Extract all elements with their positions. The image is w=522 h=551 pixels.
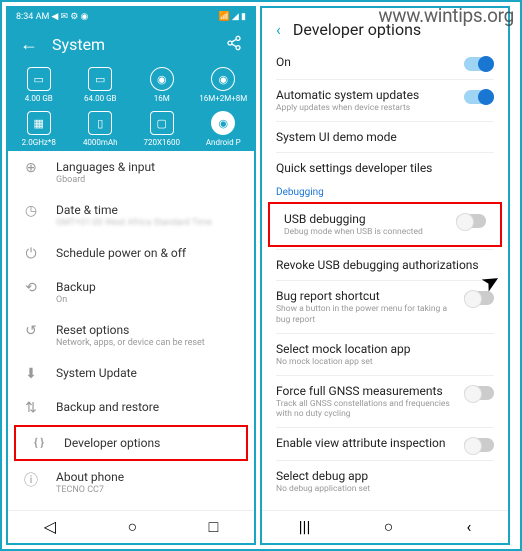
row-view-inspection[interactable]: Enable view attribute inspection bbox=[262, 428, 508, 460]
toggle-auto-updates[interactable] bbox=[464, 90, 494, 104]
row-mock-location[interactable]: Select mock location appNo mock location… bbox=[262, 334, 508, 375]
share-icon[interactable] bbox=[226, 35, 242, 55]
item-system-update[interactable]: ⬇ System Update bbox=[8, 357, 254, 391]
highlight-developer-options: { } Developer options bbox=[14, 425, 248, 461]
spec-rom: ▭64.00 GB bbox=[70, 67, 132, 103]
toggle-gnss[interactable] bbox=[464, 386, 494, 400]
row-revoke-usb[interactable]: Revoke USB debugging authorizations bbox=[262, 250, 508, 280]
row-auto-updates[interactable]: Automatic system updatesApply updates wh… bbox=[262, 80, 508, 121]
reset-icon: ↺ bbox=[22, 323, 40, 339]
item-languages[interactable]: ⊕ Languages & inputGboard bbox=[8, 151, 254, 194]
backup-icon: ⟲ bbox=[22, 280, 40, 296]
row-debug-app[interactable]: Select debug appNo debug application set bbox=[262, 461, 508, 502]
toggle-usb-debugging[interactable] bbox=[456, 214, 486, 228]
back-arrow-icon[interactable]: ← bbox=[20, 34, 38, 55]
status-icons-left: ◀ ✉ ⚙ ◉ bbox=[51, 12, 88, 22]
watermark-text: www.wintips.org bbox=[378, 4, 514, 27]
row-gnss[interactable]: Force full GNSS measurementsTrack all GN… bbox=[262, 376, 508, 427]
toggle-on[interactable] bbox=[464, 57, 494, 71]
row-bug-report[interactable]: Bug report shortcutShow a button in the … bbox=[262, 281, 508, 332]
row-on[interactable]: On bbox=[262, 47, 508, 79]
nav-home-icon[interactable]: ○ bbox=[127, 517, 137, 537]
item-datetime[interactable]: ◷ Date & timeGMT+01:00 West Africa Stand… bbox=[8, 194, 254, 237]
specs-row-2: ▦2.0GHz*8 ▯4000mAh ▢720X1600 ◉Android P bbox=[8, 107, 254, 151]
toggle-view-inspection[interactable] bbox=[464, 438, 494, 452]
status-time: 8:34 AM bbox=[16, 12, 49, 22]
page-header-system: ← System bbox=[8, 26, 254, 63]
power-icon: ⏻ bbox=[22, 246, 40, 262]
info-icon: ⓘ bbox=[22, 470, 40, 490]
spec-cam-rear: ◉16M+2M+8M bbox=[193, 67, 255, 103]
spec-display: ▢720X1600 bbox=[131, 111, 193, 147]
spec-android: ◉Android P bbox=[193, 111, 255, 147]
row-usb-debugging[interactable]: USB debuggingDebug mode when USB is conn… bbox=[270, 204, 500, 245]
page-title: System bbox=[52, 35, 212, 54]
nav-recent-icon[interactable]: ||| bbox=[299, 517, 311, 537]
status-bar: 8:34 AM ◀ ✉ ⚙ ◉ 📶 ◢ ▮ bbox=[8, 8, 254, 26]
update-icon: ⬇ bbox=[22, 366, 40, 382]
item-developer-options[interactable]: { } Developer options bbox=[16, 427, 246, 459]
item-schedule-power[interactable]: ⏻ Schedule power on & off bbox=[8, 237, 254, 271]
back-arrow-icon[interactable]: ‹ bbox=[276, 20, 281, 39]
status-icons-right: 📶 ◢ ▮ bbox=[218, 12, 246, 22]
spec-cam-front: ◉16M bbox=[131, 67, 193, 103]
settings-list: ⊕ Languages & inputGboard ◷ Date & timeG… bbox=[8, 151, 254, 504]
nav-recent-icon[interactable]: □ bbox=[209, 517, 219, 537]
spec-ram: ▭4.00 GB bbox=[8, 67, 70, 103]
spec-cpu: ▦2.0GHz*8 bbox=[8, 111, 70, 147]
section-debugging: Debugging bbox=[262, 183, 508, 200]
nav-home-icon[interactable]: ○ bbox=[384, 517, 394, 537]
row-quick-tiles[interactable]: Quick settings developer tiles bbox=[262, 153, 508, 183]
two-phone-container: 8:34 AM ◀ ✉ ⚙ ◉ 📶 ◢ ▮ ← System ▭4.00 GB … bbox=[0, 0, 522, 551]
language-icon: ⊕ bbox=[22, 160, 40, 176]
item-backup-restore[interactable]: ⇅ Backup and restore bbox=[8, 391, 254, 425]
item-backup[interactable]: ⟲ BackupOn bbox=[8, 271, 254, 314]
item-reset[interactable]: ↺ Reset optionsNetwork, apps, or device … bbox=[8, 314, 254, 357]
nav-back-icon[interactable]: ◁ bbox=[44, 517, 56, 537]
specs-row-1: ▭4.00 GB ▭64.00 GB ◉16M ◉16M+2M+8M bbox=[8, 63, 254, 107]
phone-developer-options: ‹ Developer options On Automatic system … bbox=[260, 6, 510, 545]
row-demo-mode[interactable]: System UI demo mode bbox=[262, 122, 508, 152]
nav-bar: ||| ○ ‹ bbox=[262, 510, 508, 543]
nav-back-icon[interactable]: ‹ bbox=[467, 517, 472, 537]
highlight-usb-debugging: USB debuggingDebug mode when USB is conn… bbox=[268, 202, 502, 247]
clock-icon: ◷ bbox=[22, 203, 40, 219]
item-about-phone[interactable]: ⓘ About phoneTECNO CC7 bbox=[8, 461, 254, 504]
spec-battery: ▯4000mAh bbox=[70, 111, 132, 147]
developer-icon: { } bbox=[30, 436, 48, 449]
restore-icon: ⇅ bbox=[22, 400, 40, 416]
phone-system-settings: 8:34 AM ◀ ✉ ⚙ ◉ 📶 ◢ ▮ ← System ▭4.00 GB … bbox=[6, 6, 256, 545]
nav-bar: ◁ ○ □ bbox=[8, 510, 254, 543]
